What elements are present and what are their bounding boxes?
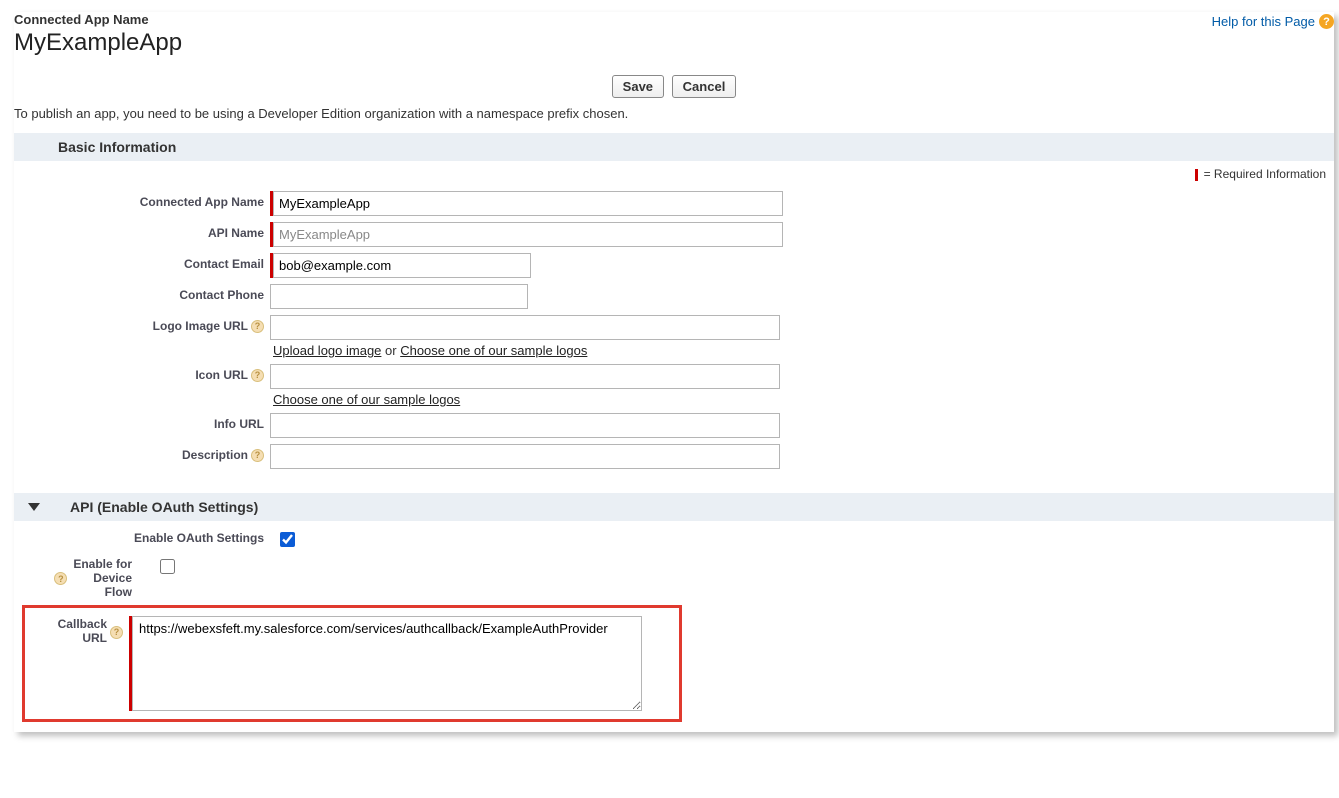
label-enable-oauth: Enable OAuth Settings (14, 527, 270, 545)
save-button[interactable]: Save (612, 75, 664, 98)
label-callback-url: CallbackURL (58, 618, 107, 646)
connected-app-name-input[interactable] (273, 191, 783, 216)
contact-email-input[interactable] (273, 253, 531, 278)
required-legend: = Required Information (14, 167, 1326, 181)
api-name-input[interactable] (273, 222, 783, 247)
page-title: MyExampleApp (14, 29, 182, 57)
enable-oauth-checkbox[interactable] (280, 532, 295, 547)
section-basic-information: Basic Information (14, 133, 1334, 161)
info-url-input[interactable] (270, 413, 780, 438)
section-api-title: API (Enable OAuth Settings) (70, 499, 258, 515)
required-indicator (270, 191, 273, 216)
label-enable-device-flow: Enable forDeviceFlow (73, 558, 132, 599)
choose-sample-logo-link[interactable]: Choose one of our sample logos (400, 343, 587, 358)
required-legend-text: = Required Information (1204, 167, 1326, 181)
icon-url-input[interactable] (270, 364, 780, 389)
logo-image-url-input[interactable] (270, 315, 780, 340)
label-info-url: Info URL (14, 413, 270, 431)
or-text: or (381, 343, 400, 358)
hint-icon[interactable]: ? (110, 626, 123, 639)
enable-device-flow-checkbox[interactable] (160, 559, 175, 574)
required-indicator (129, 616, 132, 711)
label-description: Description (182, 448, 248, 462)
contact-phone-input[interactable] (270, 284, 528, 309)
action-button-row: Save Cancel (14, 75, 1334, 98)
label-icon-url: Icon URL (195, 368, 248, 382)
hint-icon[interactable]: ? (251, 449, 264, 462)
callback-url-highlight: CallbackURL ? (22, 605, 682, 722)
hint-icon[interactable]: ? (251, 320, 264, 333)
label-api-name: API Name (14, 222, 270, 240)
required-indicator (270, 222, 273, 247)
required-indicator (270, 253, 273, 278)
help-icon: ? (1319, 14, 1334, 29)
required-bar-icon (1195, 169, 1198, 181)
section-api-oauth[interactable]: API (Enable OAuth Settings) (14, 493, 1334, 521)
choose-sample-icon-link[interactable]: Choose one of our sample logos (273, 392, 460, 407)
help-for-page-text: Help for this Page (1212, 14, 1315, 29)
callback-url-textarea[interactable] (132, 616, 642, 711)
label-connected-app-name: Connected App Name (14, 191, 270, 209)
page-subtitle: Connected App Name (14, 12, 182, 27)
description-input[interactable] (270, 444, 780, 469)
help-for-page-link[interactable]: Help for this Page ? (1212, 14, 1334, 29)
cancel-button[interactable]: Cancel (672, 75, 737, 98)
icon-under-links: Choose one of our sample logos (273, 392, 780, 407)
hint-icon[interactable]: ? (54, 572, 67, 585)
hint-icon[interactable]: ? (251, 369, 264, 382)
caret-down-icon (28, 503, 40, 511)
logo-under-links: Upload logo image or Choose one of our s… (273, 343, 780, 358)
page-header: Connected App Name MyExampleApp Help for… (14, 12, 1334, 57)
label-contact-phone: Contact Phone (14, 284, 270, 302)
label-logo-image-url: Logo Image URL (153, 319, 248, 333)
upload-logo-link[interactable]: Upload logo image (273, 343, 381, 358)
publish-note: To publish an app, you need to be using … (14, 106, 1334, 121)
label-contact-email: Contact Email (14, 253, 270, 271)
